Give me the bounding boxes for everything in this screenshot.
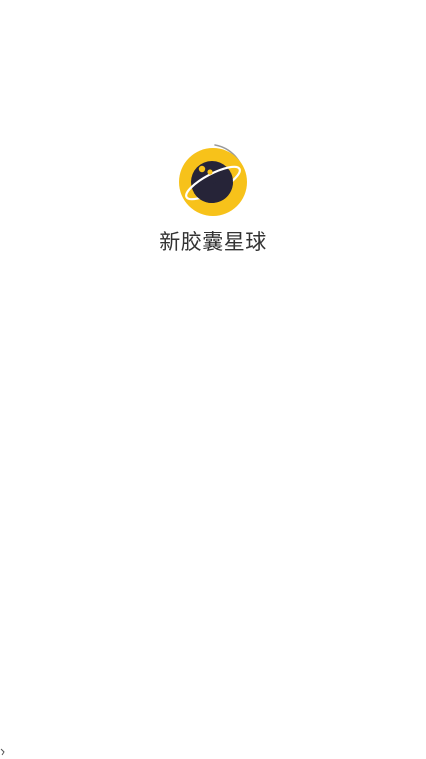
planet-logo-icon: [174, 141, 254, 221]
corner-mark-icon: [0, 748, 5, 756]
app-name: 新胶囊星球: [159, 230, 267, 254]
splash-screen: 新胶囊星球: [0, 0, 426, 759]
